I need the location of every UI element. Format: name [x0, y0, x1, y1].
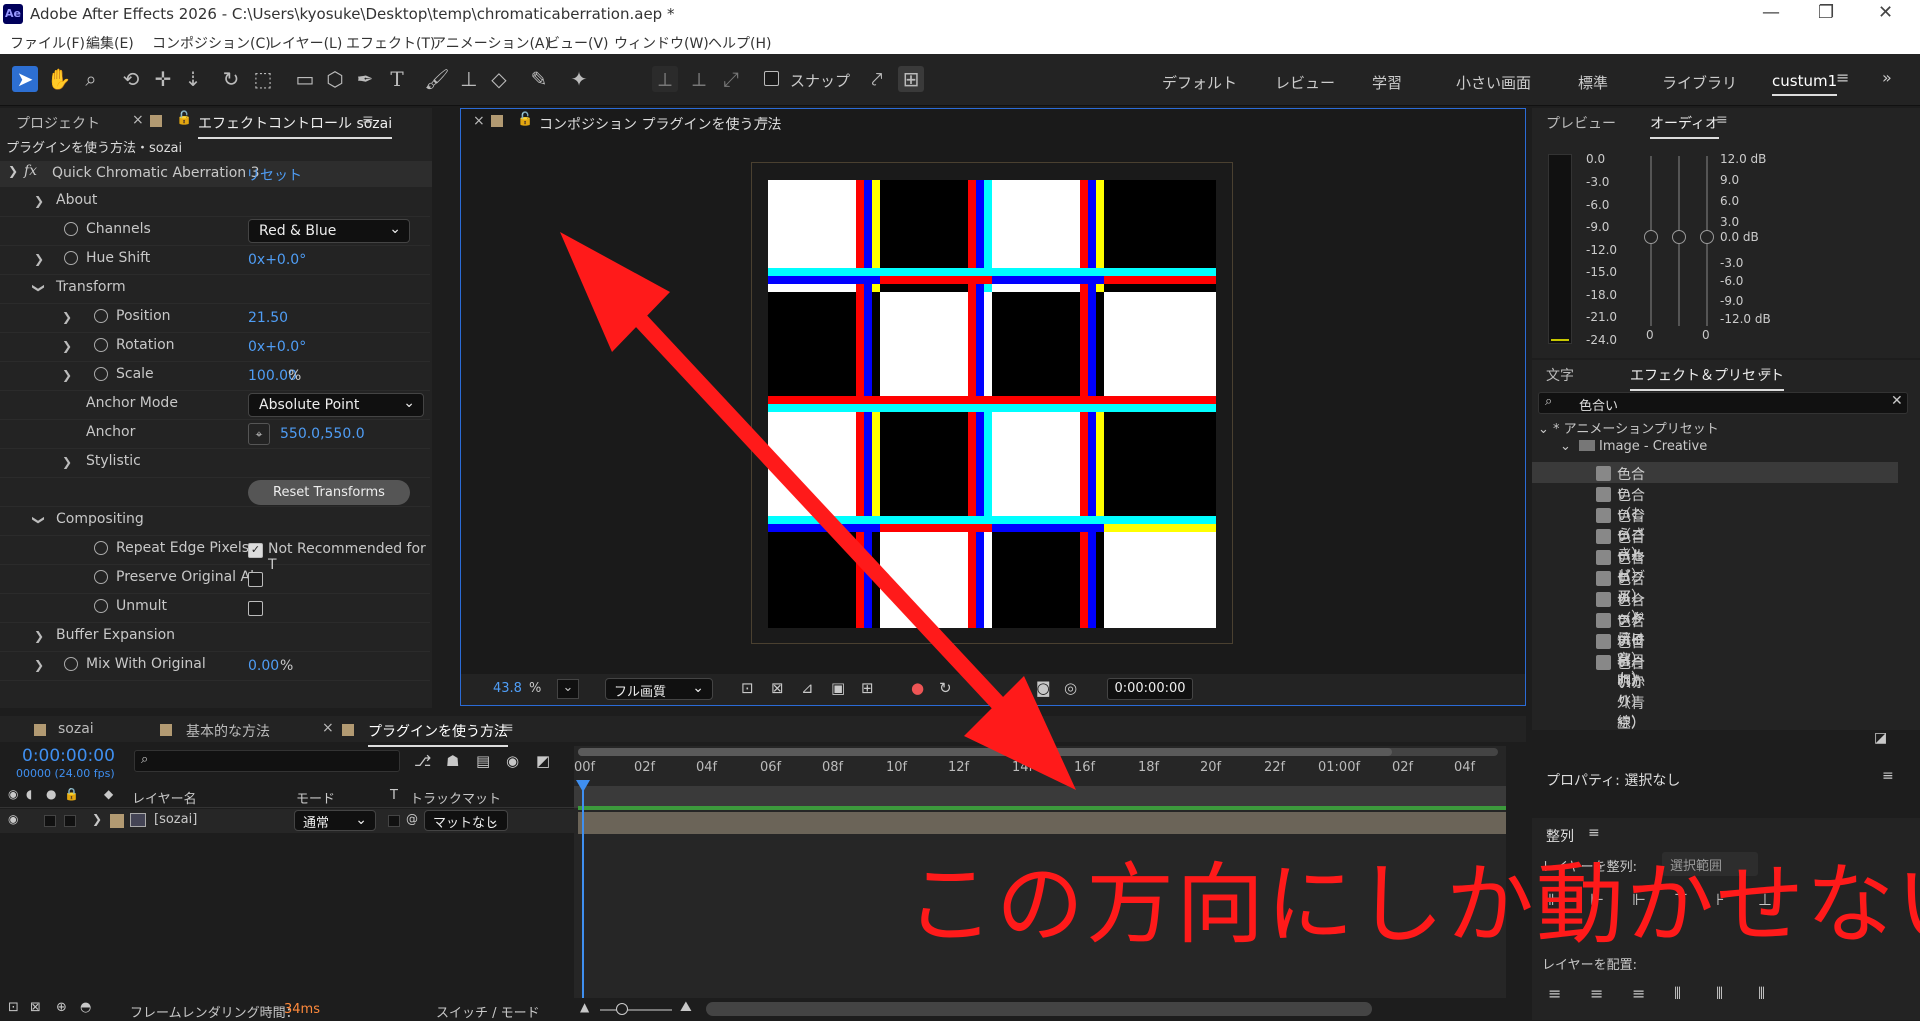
annotation-text: この方向にしか動かせない [906, 853, 1920, 956]
annotation-arrow-shaft [584, 260, 1042, 750]
